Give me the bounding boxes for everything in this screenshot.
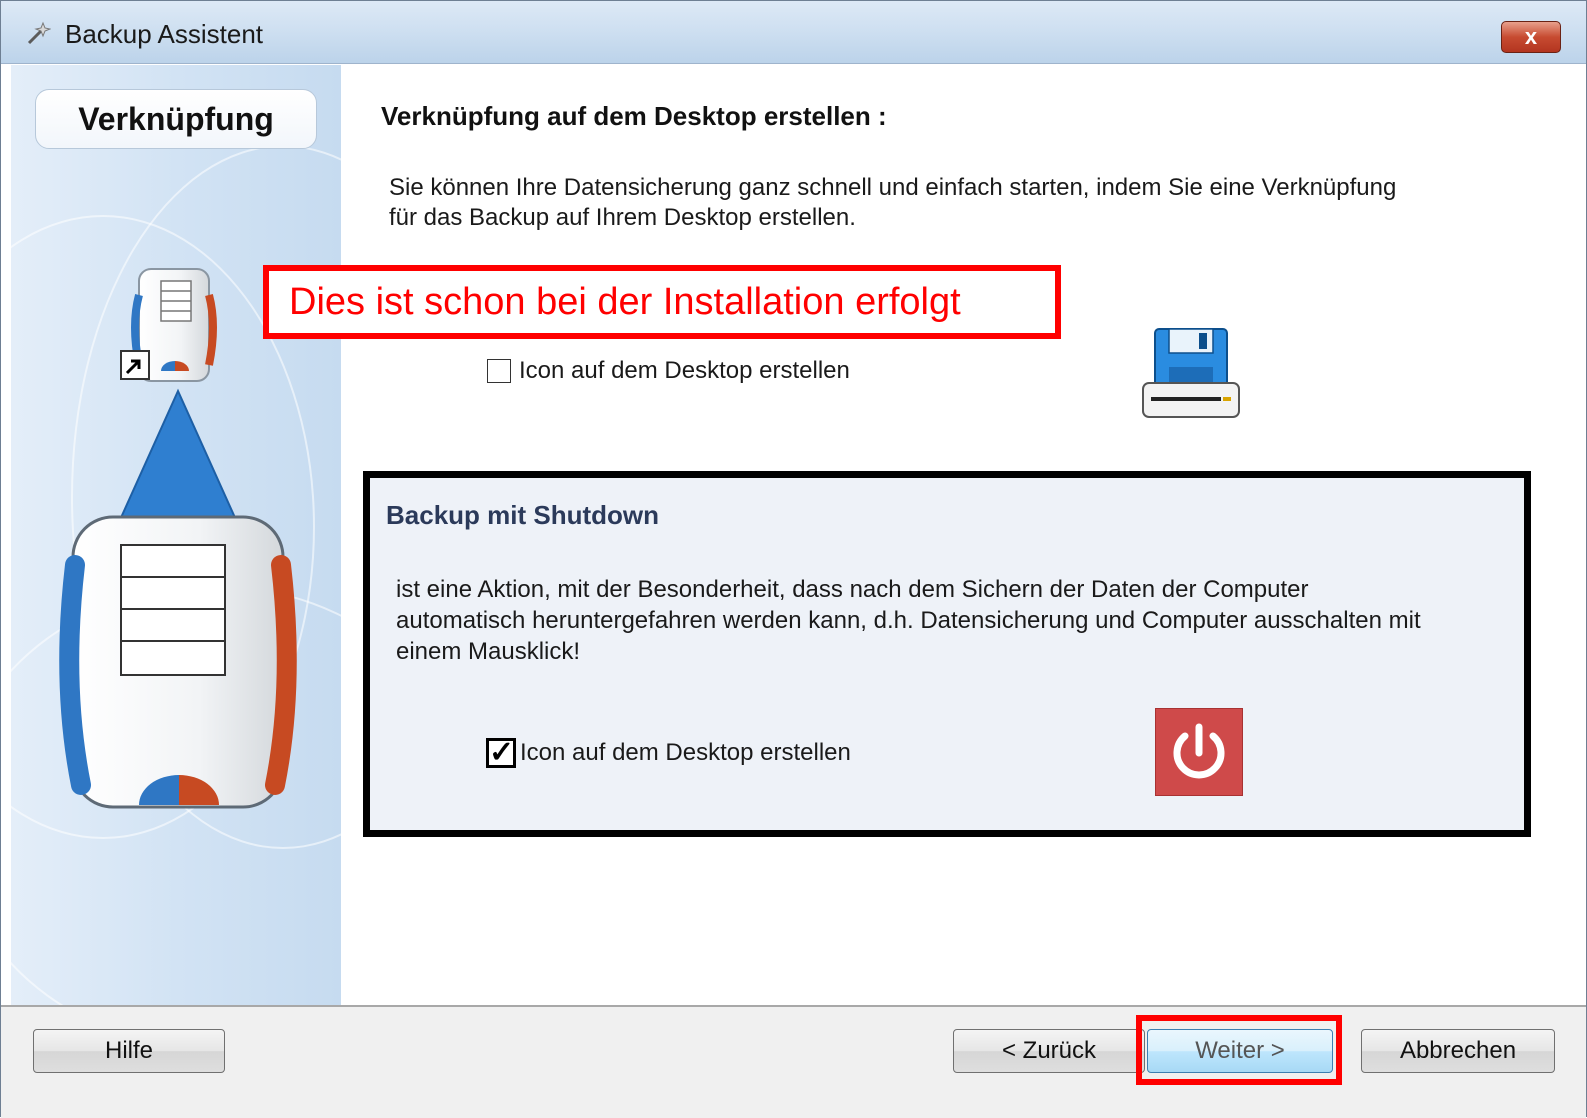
desktop-icon-checkbox-row[interactable]: Icon auf dem Desktop erstellen [487,357,850,385]
shutdown-description-line: einem Mausklick! [396,638,581,665]
shutdown-icon-checkbox-label: Icon auf dem Desktop erstellen [520,739,851,766]
annotation-callout: Dies ist schon bei der Installation erfo… [263,265,1061,339]
wizard-sidebar: Verknüpfung [11,65,341,1005]
title-bar: Backup Assistent x [1,1,1586,64]
section-heading: Verknüpfung auf dem Desktop erstellen : [381,101,887,131]
window-title: Backup Assistent [65,19,263,49]
shutdown-title: Backup mit Shutdown [386,500,659,530]
shutdown-description-line: ist eine Aktion, mit der Besonderheit, d… [396,576,1309,603]
backup-device-illustration [59,268,297,809]
floppy-drive-icon [1142,328,1240,418]
next-button-highlight [1136,1015,1342,1085]
desktop-icon-checkbox-label: Icon auf dem Desktop erstellen [519,357,850,384]
shutdown-panel: Backup mit Shutdown ist eine Aktion, mit… [363,471,1531,837]
shutdown-description-line: automatisch heruntergefahren werden kann… [396,607,1421,634]
shutdown-description: ist eine Aktion, mit der Besonderheit, d… [396,574,1496,667]
description-line: für das Backup auf Ihrem Desktop erstell… [389,204,856,231]
help-button[interactable]: Hilfe [33,1029,225,1073]
wizard-footer: Hilfe < Zurück Weiter > Abbrechen [1,1005,1586,1118]
close-button[interactable]: x [1501,21,1561,53]
shutdown-icon-checkbox[interactable] [486,735,516,770]
power-icon [1155,708,1243,796]
description-line: Sie können Ihre Datensicherung ganz schn… [389,174,1397,201]
cancel-button[interactable]: Abbrechen [1361,1029,1555,1073]
shutdown-icon-checkbox-row[interactable]: Icon auf dem Desktop erstellen [486,735,851,770]
desktop-icon-checkbox[interactable] [487,359,511,383]
backup-assistant-window: Backup Assistent x Verknüpfung Verknüpfu… [0,0,1587,1118]
wand-icon [25,21,52,53]
back-button[interactable]: < Zurück [953,1029,1145,1073]
